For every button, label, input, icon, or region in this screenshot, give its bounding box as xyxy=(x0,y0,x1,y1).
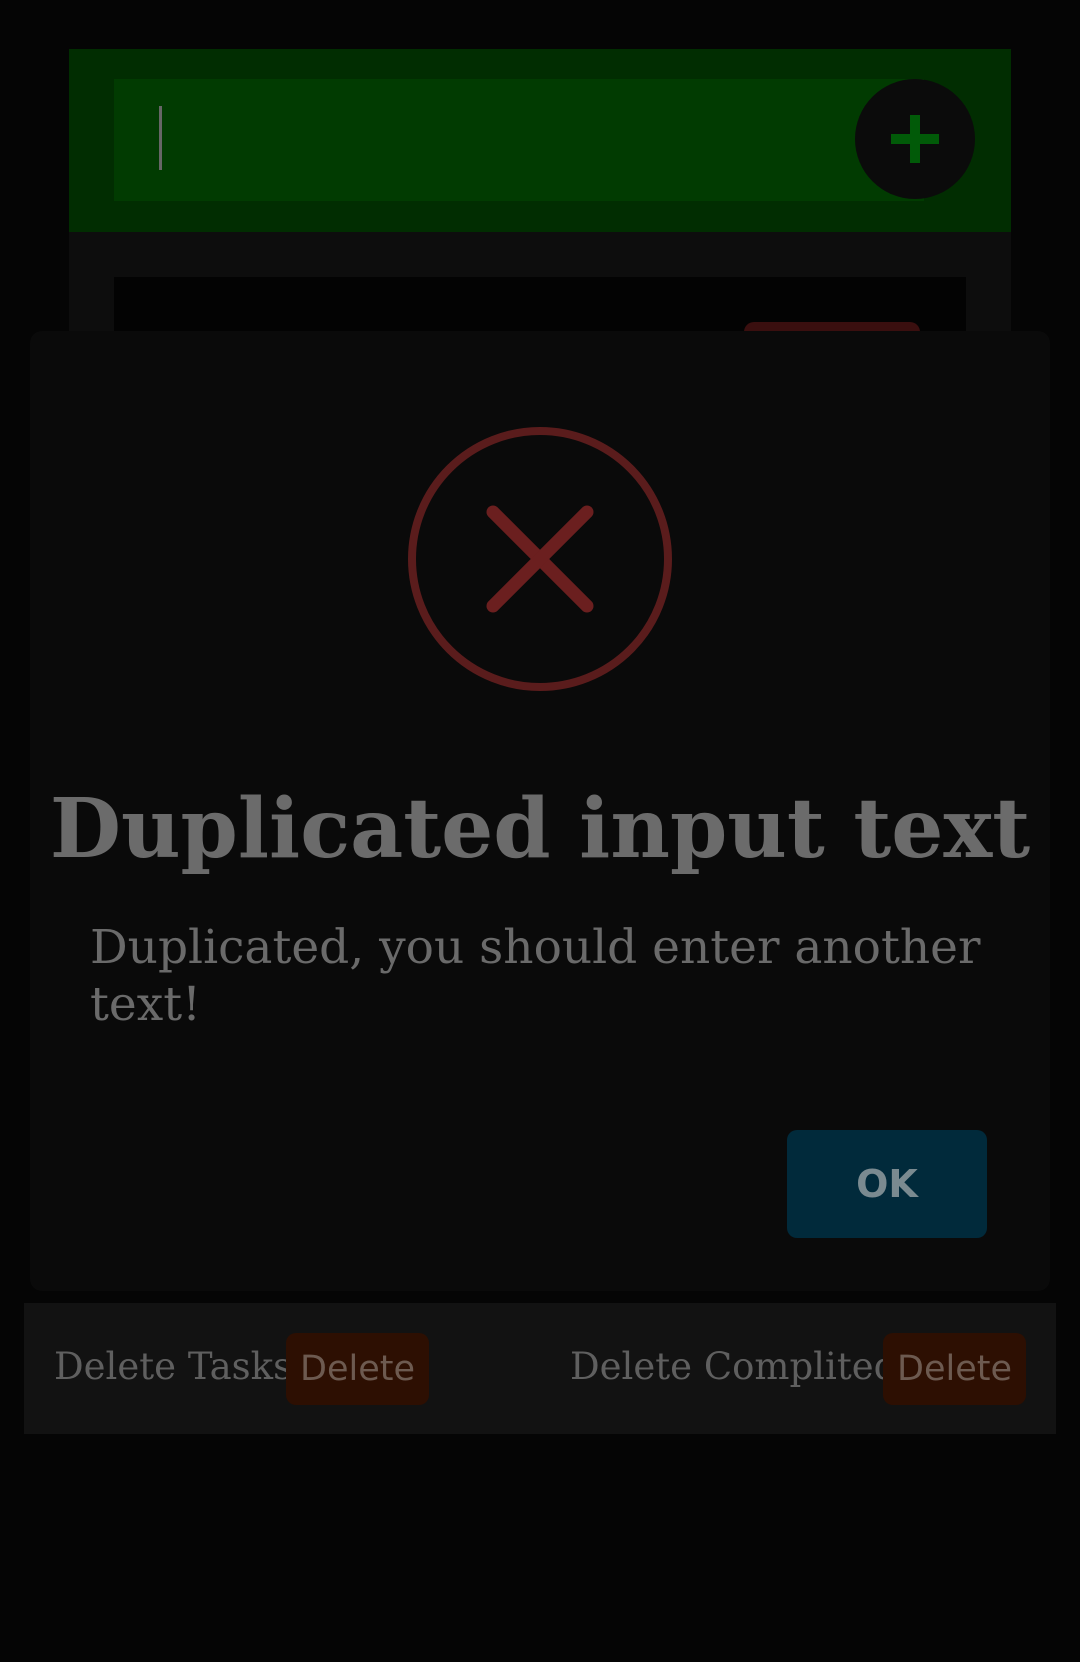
text-cursor xyxy=(159,106,162,170)
header-panel xyxy=(69,49,1011,232)
dialog-message: Duplicated, you should enter another tex… xyxy=(90,920,981,1032)
plus-icon xyxy=(887,111,943,167)
task-list xyxy=(69,232,1011,362)
delete-completed-label: Delete Complited: xyxy=(570,1345,910,1388)
delete-completed-button[interactable]: Delete xyxy=(883,1333,1026,1405)
todo-app: Duplicated input text Duplicated, you sh… xyxy=(0,0,1080,1662)
error-x-icon xyxy=(405,424,675,694)
delete-tasks-label: Delete Tasks: xyxy=(54,1345,305,1388)
error-dialog: Duplicated input text Duplicated, you sh… xyxy=(30,331,1050,1291)
delete-tasks-button[interactable]: Delete xyxy=(286,1333,429,1405)
footer-bar: Delete Tasks: Delete Delete Complited: D… xyxy=(24,1303,1056,1434)
add-task-button[interactable] xyxy=(855,79,975,199)
ok-button[interactable]: OK xyxy=(787,1130,987,1238)
task-input[interactable] xyxy=(114,79,924,201)
dialog-title: Duplicated input text xyxy=(49,781,1031,877)
